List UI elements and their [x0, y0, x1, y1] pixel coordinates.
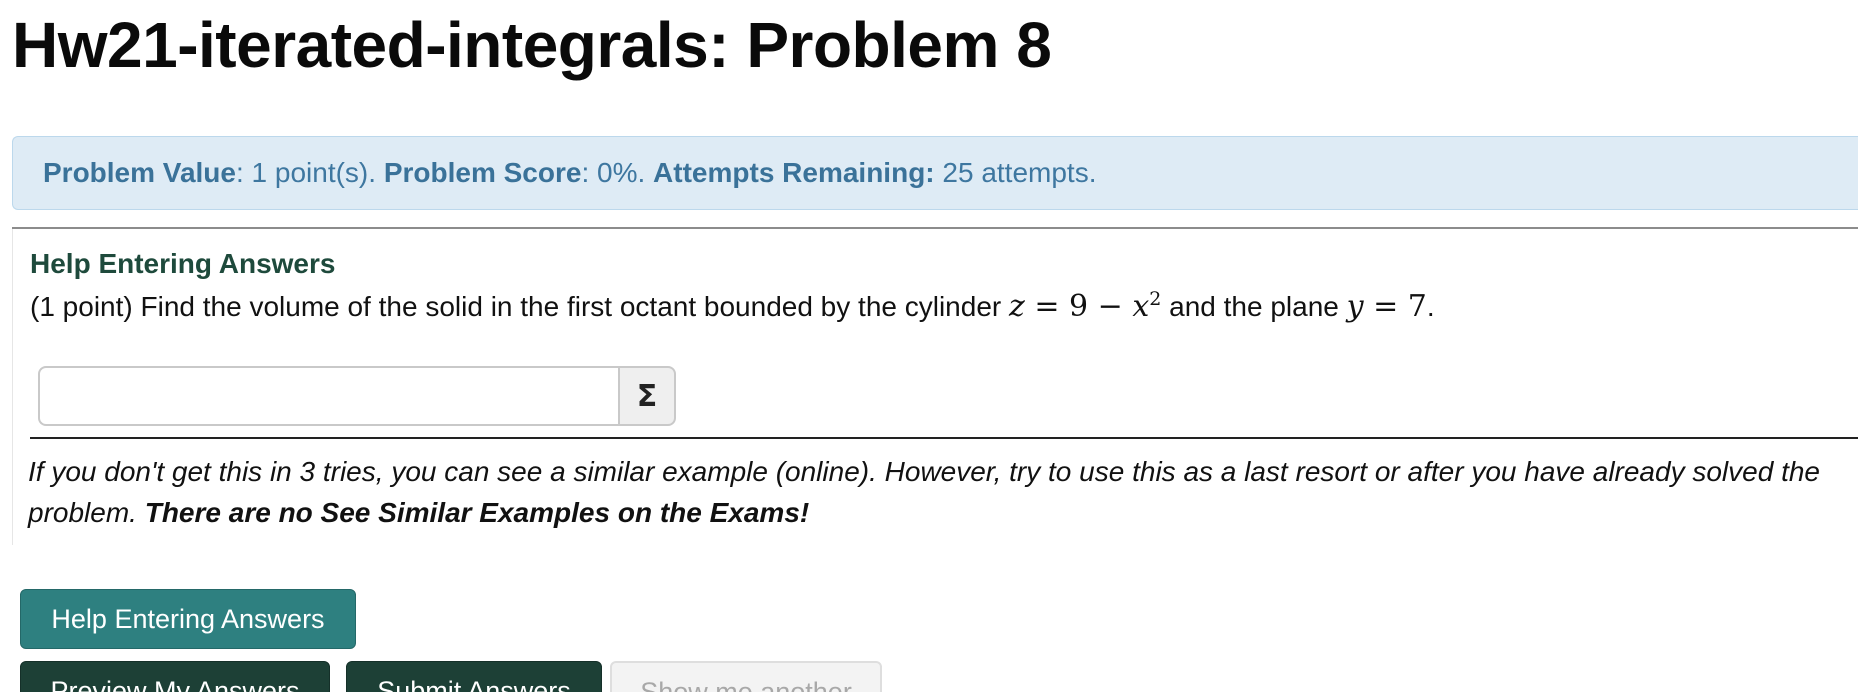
hint-bold-text: There are no See Similar Examples on the…: [144, 497, 810, 528]
show-me-another-button[interactable]: Show me another: [610, 661, 882, 692]
submit-answers-button[interactable]: Submit Answers: [346, 661, 602, 692]
plane-equation: y = 7: [1347, 289, 1427, 324]
problem-top-divider: [12, 227, 1858, 229]
problem-score-text: : 0%.: [581, 157, 654, 188]
answer-input[interactable]: [38, 366, 618, 426]
eq1-exponent: 2: [1149, 288, 1162, 310]
problem-page: Hw21-iterated-integrals: Problem 8 Probl…: [0, 0, 1858, 692]
help-entering-answers-button[interactable]: Help Entering Answers: [20, 589, 356, 649]
attempts-remaining-text: 25 attempts.: [934, 157, 1097, 188]
problem-text-before: (1 point) Find the volume of the solid i…: [30, 291, 1010, 322]
problem-value-label: Problem Value: [43, 157, 236, 188]
problem-info-text: Problem Value: 1 point(s). Problem Score…: [43, 157, 1097, 189]
equation-editor-button[interactable]: Σ: [618, 366, 676, 426]
eq1-rhs: = 9 −: [1024, 289, 1133, 324]
sigma-icon: Σ: [636, 378, 658, 414]
eq2-variable: y: [1346, 289, 1364, 324]
attempts-remaining-label: Attempts Remaining:: [653, 157, 935, 188]
problem-score-label: Problem Score: [383, 157, 582, 188]
page-title: Hw21-iterated-integrals: Problem 8: [12, 9, 1052, 81]
eq1-x: x: [1132, 289, 1150, 324]
problem-text-middle: and the plane: [1161, 291, 1347, 322]
problem-value-text: : 1 point(s).: [235, 157, 384, 188]
answer-input-group: Σ: [38, 366, 676, 426]
problem-bottom-divider: [30, 437, 1858, 439]
problem-text-end: .: [1426, 291, 1435, 322]
preview-answers-button[interactable]: Preview My Answers: [20, 661, 330, 692]
problem-info-bar: Problem Value: 1 point(s). Problem Score…: [12, 136, 1858, 210]
problem-statement: (1 point) Find the volume of the solid i…: [30, 289, 1435, 325]
similar-example-hint: If you don't get this in 3 tries, you ca…: [28, 451, 1853, 533]
help-entering-answers-link[interactable]: Help Entering Answers: [30, 248, 335, 280]
problem-left-border: [12, 229, 13, 545]
cylinder-equation: z = 9 − x2: [1009, 289, 1161, 324]
eq2-rhs: = 7: [1363, 289, 1427, 324]
eq1-variable: z: [1009, 289, 1025, 324]
